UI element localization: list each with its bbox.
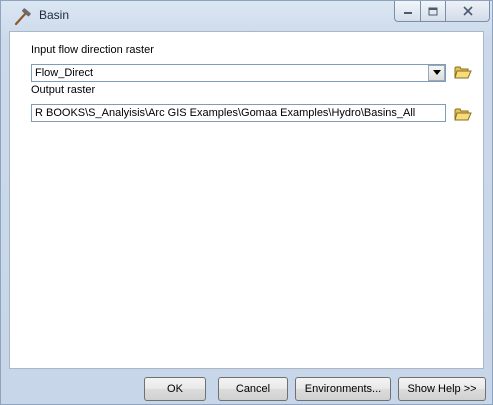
open-folder-icon [454, 66, 472, 79]
dropdown-button[interactable] [428, 65, 445, 81]
minimize-button[interactable] [394, 1, 421, 22]
open-folder-icon [454, 108, 472, 121]
browse-output-button[interactable] [452, 104, 474, 124]
chevron-down-icon [432, 70, 441, 75]
close-icon [462, 6, 473, 16]
cancel-button[interactable]: Cancel [218, 377, 288, 401]
basin-tool-dialog: Basin Input flow direction raster Flow_D… [0, 0, 493, 405]
output-raster-value: R BOOKS\S_Analyisis\Arc GIS Examples\Gom… [35, 107, 416, 119]
input-flow-direction-label: Input flow direction raster [31, 44, 154, 56]
title-bar[interactable]: Basin [1, 1, 492, 33]
close-button[interactable] [445, 1, 490, 22]
input-flow-direction-value: Flow_Direct [35, 67, 94, 79]
maximize-icon [428, 7, 438, 15]
output-raster-field[interactable]: R BOOKS\S_Analyisis\Arc GIS Examples\Gom… [31, 104, 446, 122]
ok-button[interactable]: OK [144, 377, 206, 401]
environments-button[interactable]: Environments... [295, 377, 391, 401]
button-bar: OK Cancel Environments... Show Help >> [1, 369, 492, 405]
maximize-button[interactable] [420, 1, 446, 22]
input-flow-direction-combobox[interactable]: Flow_Direct [31, 64, 446, 82]
hammer-icon [13, 7, 33, 27]
browse-input-button[interactable] [452, 62, 474, 82]
window-title: Basin [39, 8, 70, 22]
show-help-button[interactable]: Show Help >> [398, 377, 486, 401]
minimize-icon [403, 12, 412, 14]
parameters-panel: Input flow direction raster Flow_Direct … [9, 31, 484, 369]
output-raster-label: Output raster [31, 84, 96, 96]
